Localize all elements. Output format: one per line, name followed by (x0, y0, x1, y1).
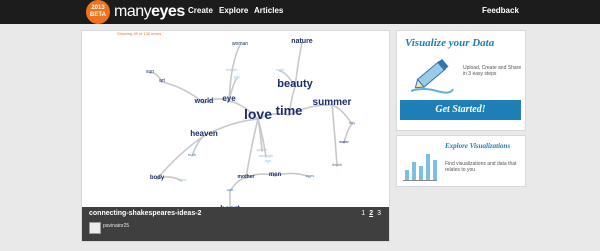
word-node-pity[interactable]: pity (234, 74, 240, 79)
visualize-card: Visualize your Data Upload, Create and S… (396, 30, 526, 131)
pencil-icon (410, 58, 454, 94)
nav-articles[interactable]: Articles (254, 6, 283, 15)
word-node-truth[interactable]: truth (188, 152, 196, 157)
explore-title: Explore Visualizations (445, 142, 511, 150)
logo-light: many (114, 3, 152, 20)
explore-desc: Find visualizations and data that relate… (445, 161, 517, 173)
author-avatar (89, 222, 101, 234)
nav-feedback[interactable]: Feedback (482, 6, 519, 15)
page-3[interactable]: 3 (377, 210, 381, 217)
logo[interactable]: manyeyes (114, 3, 185, 21)
beta-badge: 2013 BETA (86, 0, 110, 24)
word-node-death[interactable]: death (332, 162, 342, 167)
word-node-water[interactable]: water (339, 139, 349, 144)
badge-year: 2013 (91, 5, 105, 11)
word-node-men[interactable]: men (269, 172, 282, 178)
bar-chart-icon (403, 144, 437, 181)
author-name[interactable]: pavinator25 (103, 223, 129, 229)
word-node-body[interactable]: body (150, 175, 165, 181)
word-node-world[interactable]: world (194, 98, 214, 105)
word-node-art[interactable]: art (159, 78, 165, 84)
word-node-love[interactable]: love (244, 106, 272, 122)
word-node-heaven[interactable]: heaven (190, 129, 218, 138)
word-node-mother[interactable]: mother (238, 174, 255, 180)
word-node-time[interactable]: time (276, 103, 303, 118)
word-node-mind[interactable]: mind (178, 177, 187, 182)
word-node-day[interactable]: day (349, 120, 355, 125)
word-node-woman[interactable]: woman (232, 41, 248, 47)
word-node-breath[interactable]: breath (226, 67, 237, 72)
graph-edge (156, 135, 205, 180)
word-node-gentle[interactable]: gentle (257, 147, 269, 152)
visualization-panel: Showing 45 of 130 terms love time beauty su… (81, 30, 390, 242)
logo-bold: eyes (151, 3, 185, 20)
page-1[interactable]: 1 (361, 210, 365, 217)
explore-card[interactable]: Explore Visualizations Find visualizatio… (396, 135, 526, 187)
word-node-age[interactable]: age (265, 158, 272, 163)
word-node-war[interactable]: war (227, 187, 234, 192)
word-node-eye[interactable]: eye (222, 94, 236, 103)
word-node-nature[interactable]: nature (291, 38, 313, 45)
word-tree-graph[interactable]: love time beautysummer heaven nature world eye… (82, 31, 389, 213)
badge-label: BETA (90, 12, 106, 18)
page-2[interactable]: 2 (369, 210, 373, 217)
pager: 1 2 3 (361, 210, 381, 217)
word-node-night[interactable]: night (276, 67, 286, 72)
visualize-desc: Upload, Create and Share in 3 easy steps (463, 65, 522, 77)
word-node-beauty[interactable]: beauty (277, 78, 313, 90)
word-node-sun[interactable]: sun (146, 69, 154, 75)
nav-create[interactable]: Create (188, 6, 213, 15)
nav-explore[interactable]: Explore (219, 6, 248, 15)
viz-footer: connecting-shakespeares-ideas-2 pavinato… (82, 207, 389, 241)
top-bar: 2013 BETA manyeyes Create Explore Articl… (0, 0, 600, 24)
visualize-title: Visualize your Data (405, 37, 495, 49)
word-node-eyes[interactable]: eyes (306, 173, 314, 178)
word-node-summer[interactable]: summer (313, 97, 352, 108)
get-started-button[interactable]: Get Started! (400, 100, 521, 120)
viz-title[interactable]: connecting-shakespeares-ideas-2 (89, 210, 201, 217)
showing-terms: Showing 45 of 130 terms (117, 31, 162, 36)
graph-edge (331, 104, 338, 167)
